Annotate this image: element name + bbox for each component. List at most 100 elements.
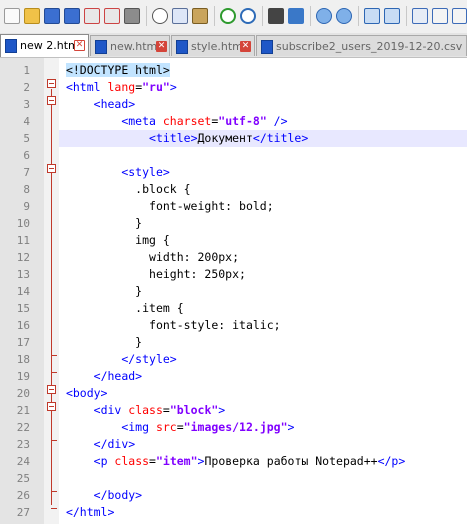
- code-line[interactable]: img {: [59, 232, 467, 249]
- code-line[interactable]: font-style: italic;: [59, 317, 467, 334]
- code-token: </title>: [252, 131, 309, 145]
- file-icon: [5, 39, 17, 53]
- code-line[interactable]: <!DOCTYPE html>: [59, 62, 467, 79]
- cut-icon[interactable]: [152, 8, 168, 24]
- line-number: 27: [16, 506, 30, 519]
- redo-icon[interactable]: [240, 8, 256, 24]
- zoom-in-icon[interactable]: [316, 8, 332, 24]
- code-token: <img: [121, 420, 156, 434]
- tab-new-html[interactable]: new.html ✕: [90, 35, 170, 56]
- code-token: <!DOCTYPE html>: [65, 63, 170, 77]
- line-number: 5: [23, 132, 30, 145]
- close-tab-icon[interactable]: ✕: [156, 41, 167, 52]
- code-line[interactable]: </head>: [59, 368, 467, 385]
- fold-toggle-icon[interactable]: [47, 385, 56, 394]
- word-wrap-icon[interactable]: [412, 8, 428, 24]
- find-icon[interactable]: [268, 8, 284, 24]
- code-line[interactable]: }: [59, 283, 467, 300]
- code-token: src: [155, 420, 177, 434]
- code-line[interactable]: </style>: [59, 351, 467, 368]
- code-token: </p>: [377, 454, 406, 468]
- sync-vertical-icon[interactable]: [364, 8, 380, 24]
- save-all-icon[interactable]: [64, 8, 80, 24]
- sync-horizontal-icon[interactable]: [384, 8, 400, 24]
- code-token: height: 250px;: [65, 267, 246, 281]
- code-line[interactable]: <html lang="ru">: [59, 79, 467, 96]
- line-number: 16: [16, 319, 30, 332]
- undo-icon[interactable]: [220, 8, 236, 24]
- code-token: </html>: [65, 505, 115, 519]
- replace-icon[interactable]: [288, 8, 304, 24]
- show-all-chars-icon[interactable]: [432, 8, 448, 24]
- fold-margin[interactable]: [44, 58, 59, 524]
- code-line[interactable]: }: [59, 215, 467, 232]
- code-editor[interactable]: 1 2 3 4 5 6 7 8 9 10 11 12 13 14 15 16 17 18 19 20 21 22 23 24 2…: [0, 58, 467, 524]
- code-token: <style>: [121, 165, 170, 179]
- line-number: 20: [16, 387, 30, 400]
- code-token: .item {: [65, 301, 184, 315]
- code-line[interactable]: <body>: [59, 385, 467, 402]
- code-line[interactable]: <title>Документ</title>: [59, 130, 467, 147]
- code-line[interactable]: }: [59, 334, 467, 351]
- code-line[interactable]: font-weight: bold;: [59, 198, 467, 215]
- code-line[interactable]: width: 200px;: [59, 249, 467, 266]
- new-file-icon[interactable]: [4, 8, 20, 24]
- code-line[interactable]: <style>: [59, 164, 467, 181]
- code-token: </div>: [93, 437, 136, 451]
- fold-toggle-icon[interactable]: [47, 402, 56, 411]
- line-number: 15: [16, 302, 30, 315]
- print-icon[interactable]: [124, 8, 140, 24]
- code-line[interactable]: <div class="block">: [59, 402, 467, 419]
- code-line[interactable]: [59, 470, 467, 487]
- code-line[interactable]: .block {: [59, 181, 467, 198]
- code-line[interactable]: </html>: [59, 504, 467, 521]
- line-number: 7: [23, 166, 30, 179]
- tab-label: new 2.html: [20, 39, 82, 52]
- code-token: <p: [93, 454, 115, 468]
- code-token: Проверка работы Notepad++: [204, 454, 378, 468]
- indent-guide-icon[interactable]: [452, 8, 467, 24]
- code-line[interactable]: height: 250px;: [59, 266, 467, 283]
- fold-toggle-icon[interactable]: [47, 96, 56, 105]
- code-line[interactable]: [59, 147, 467, 164]
- code-line[interactable]: <meta charset="utf-8" />: [59, 113, 467, 130]
- paste-icon[interactable]: [192, 8, 208, 24]
- open-file-icon[interactable]: [24, 8, 40, 24]
- code-token: <meta: [121, 114, 163, 128]
- code-line[interactable]: <p class="item">Проверка работы Notepad+…: [59, 453, 467, 470]
- code-line[interactable]: <img src="images/12.jpg">: [59, 419, 467, 436]
- copy-icon[interactable]: [172, 8, 188, 24]
- line-number: 22: [16, 421, 30, 434]
- tab-subscribe2-users-csv[interactable]: subscribe2_users_2019-12-20.csv: [256, 35, 467, 56]
- code-line[interactable]: .item {: [59, 300, 467, 317]
- code-area[interactable]: <!DOCTYPE html> <html lang="ru"> <head> …: [59, 58, 467, 524]
- tab-bar: new 2.html ✕ new.html ✕ style.html ✕ sub…: [0, 33, 467, 58]
- code-line[interactable]: </div>: [59, 436, 467, 453]
- close-tab-icon[interactable]: ✕: [240, 41, 251, 52]
- tab-style-html[interactable]: style.html ✕: [171, 35, 255, 56]
- save-icon[interactable]: [44, 8, 60, 24]
- code-token: =: [162, 403, 170, 417]
- code-line[interactable]: </body>: [59, 487, 467, 504]
- close-icon[interactable]: [84, 8, 100, 24]
- zoom-out-icon[interactable]: [336, 8, 352, 24]
- close-all-icon[interactable]: [104, 8, 120, 24]
- close-tab-icon[interactable]: ✕: [74, 40, 85, 51]
- line-number: 25: [16, 472, 30, 485]
- line-number: 14: [16, 285, 30, 298]
- code-token: >: [287, 420, 295, 434]
- code-token: .block {: [65, 182, 191, 196]
- tab-new-2-html[interactable]: new 2.html ✕: [0, 34, 89, 57]
- line-number: 13: [16, 268, 30, 281]
- code-token: </body>: [93, 488, 143, 502]
- fold-toggle-icon[interactable]: [47, 79, 56, 88]
- fold-toggle-icon[interactable]: [47, 164, 56, 173]
- code-line[interactable]: <head>: [59, 96, 467, 113]
